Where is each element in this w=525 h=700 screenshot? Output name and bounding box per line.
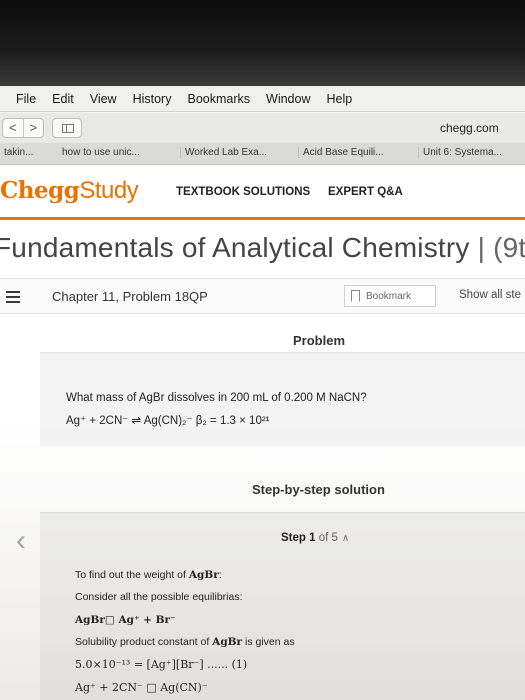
menu-edit[interactable]: Edit <box>52 92 74 106</box>
sidebar-icon <box>62 124 74 133</box>
nav-buttons: < > <box>2 118 44 138</box>
favorite-item[interactable]: Unit 6: Systema... <box>418 147 502 158</box>
nav-expert-qa[interactable]: EXPERT Q&A <box>328 186 403 198</box>
favorites-bar: takin... how to use unic... Worked Lab E… <box>0 143 525 165</box>
solution-line: Consider all the possible equilibrias: <box>75 591 243 603</box>
favorite-item[interactable]: Acid Base Equili... <box>298 147 384 158</box>
favorite-item[interactable]: how to use unic... <box>62 147 140 158</box>
problem-equation: Ag⁺ + 2CN⁻ ⇌ Ag(CN)₂⁻ β₂ = 1.3 × 10²¹ <box>66 415 270 427</box>
monitor-bezel <box>0 0 525 86</box>
hamburger-menu-icon[interactable] <box>6 291 20 303</box>
sidebar-toggle-button[interactable] <box>52 118 82 138</box>
chegg-study-logo[interactable]: CheggStudy <box>0 174 139 205</box>
book-title: Fundamentals of Analytical Chemistry | (… <box>0 232 525 264</box>
browser-toolbar: < > chegg.com <box>0 113 525 143</box>
menu-window[interactable]: Window <box>266 92 310 106</box>
bookmark-label: Bookmark <box>366 290 412 302</box>
address-bar[interactable]: chegg.com <box>440 121 499 135</box>
menu-file[interactable]: File <box>16 92 36 106</box>
forward-button[interactable]: > <box>24 119 44 137</box>
menu-bookmarks[interactable]: Bookmarks <box>187 92 250 106</box>
browser-window: File Edit View History Bookmarks Window … <box>0 86 525 700</box>
solution-line: 5.0×10⁻¹³ = [Ag⁺][Br⁻] ...... (1) <box>75 658 248 671</box>
solution-line: Ag⁺ + 2CN⁻ □ Ag(CN)⁻ <box>75 681 208 694</box>
problem-question: What mass of AgBr dissolves in 200 mL of… <box>66 392 367 404</box>
step-total: of 5 <box>318 532 338 544</box>
logo-chegg: Chegg <box>0 177 80 204</box>
logo-study: Study <box>79 177 139 204</box>
menu-view[interactable]: View <box>90 92 117 106</box>
chevron-up-icon[interactable]: ∧ <box>342 533 349 544</box>
book-title-text: Fundamentals of Analytical Chemistry <box>0 232 470 263</box>
bookmark-button[interactable]: Bookmark <box>344 285 436 307</box>
chapter-problem-label: Chapter 11, Problem 18QP <box>52 289 208 304</box>
previous-chevron-icon[interactable]: ‹ <box>16 524 26 558</box>
solution-line: AgBr□ Ag⁺ + Br⁻ <box>75 614 176 626</box>
step-label: Step <box>281 532 306 544</box>
favorite-item[interactable]: takin... <box>0 147 33 158</box>
nav-textbook-solutions[interactable]: TEXTBOOK SOLUTIONS <box>176 186 310 198</box>
favorite-item[interactable]: Worked Lab Exa... <box>180 147 267 158</box>
solution-line: Solubility product constant of AgBr is g… <box>75 636 295 648</box>
web-page: CheggStudy TEXTBOOK SOLUTIONS EXPERT Q&A… <box>0 166 525 700</box>
header-divider <box>0 217 525 220</box>
chapter-bar: Chapter 11, Problem 18QP Bookmark Show a… <box>0 278 525 314</box>
solution-line: To find out the weight of AgBr: <box>75 569 222 581</box>
problem-heading: Problem <box>293 333 346 348</box>
step-number: 1 <box>309 532 316 544</box>
menu-history[interactable]: History <box>133 92 172 106</box>
menu-help[interactable]: Help <box>326 92 352 106</box>
show-all-steps-toggle[interactable]: Show all ste <box>459 289 521 301</box>
menu-bar: File Edit View History Bookmarks Window … <box>0 86 525 112</box>
book-edition: | (9t <box>477 232 525 263</box>
bookmark-icon <box>351 290 360 302</box>
solution-heading: Step-by-step solution <box>252 482 385 497</box>
back-button[interactable]: < <box>3 119 24 137</box>
step-indicator[interactable]: Step 1 of 5 ∧ <box>281 532 349 544</box>
